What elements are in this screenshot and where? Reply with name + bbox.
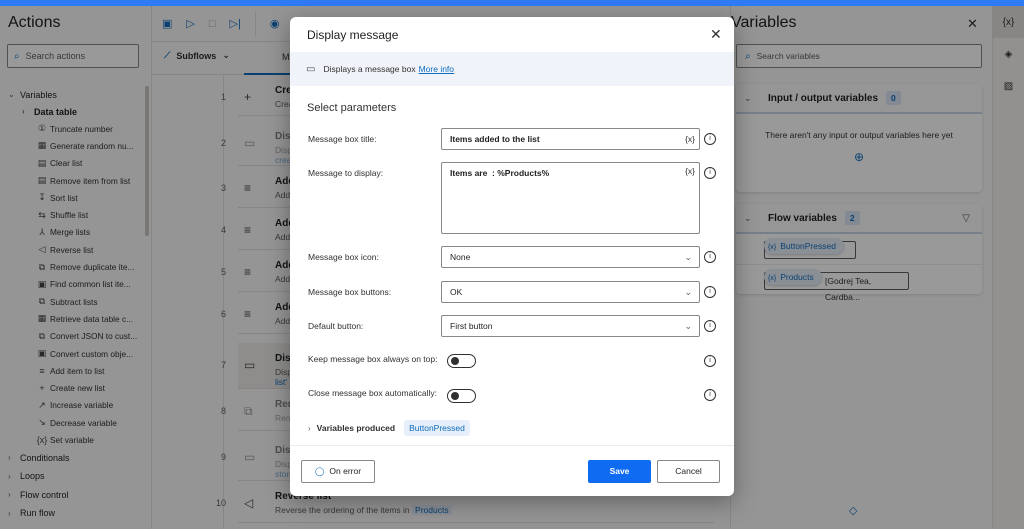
field-label: Close message box automatically: — [308, 388, 437, 398]
input-value: Items added to the list — [450, 134, 540, 144]
info-icon[interactable]: i — [704, 251, 716, 263]
section-title: Select parameters — [307, 102, 397, 114]
select-value: OK — [450, 287, 463, 297]
info-icon[interactable]: i — [704, 355, 716, 367]
variables-produced-label: Variables produced — [316, 423, 396, 433]
close-automatically-toggle[interactable] — [447, 389, 476, 403]
chevron-down-icon: ⌄ — [684, 321, 692, 331]
shield-icon: ◯ — [314, 466, 325, 476]
variable-picker-icon[interactable]: {x} — [685, 163, 695, 179]
input-value: Items are : %Products% — [450, 168, 550, 178]
message-to-display-textarea[interactable]: Items are : %Products% {x} — [441, 162, 700, 234]
info-icon[interactable]: i — [704, 167, 716, 179]
toggle-knob — [451, 357, 459, 365]
message-box-icon-select[interactable]: None ⌄ — [441, 246, 700, 268]
save-button[interactable]: Save — [588, 460, 651, 483]
variables-produced[interactable]: › Variables produced ButtonPressed — [308, 420, 470, 436]
select-value: First button — [450, 321, 493, 331]
cancel-button[interactable]: Cancel — [657, 460, 720, 483]
chevron-right-icon: › — [308, 423, 311, 433]
message-icon: ▭ — [306, 63, 316, 75]
chevron-down-icon: ⌄ — [684, 252, 692, 262]
variable-chip[interactable]: ButtonPressed — [404, 420, 470, 436]
info-icon[interactable]: i — [704, 133, 716, 145]
info-text: Displays a message box — [323, 64, 416, 74]
message-box-title-input[interactable]: Items added to the list {x} — [441, 128, 700, 150]
on-error-label: On error — [329, 466, 362, 476]
display-message-dialog: Display message ✕ ▭ Displays a message b… — [290, 17, 734, 496]
field-label: Message to display: — [308, 168, 384, 178]
dialog-info-bar: ▭ Displays a message box More info — [290, 52, 734, 86]
field-label: Message box icon: — [308, 252, 379, 262]
field-label: Message box title: — [308, 134, 377, 144]
dialog-title: Display message — [307, 28, 399, 42]
select-value: None — [450, 252, 471, 262]
info-icon[interactable]: i — [704, 320, 716, 332]
default-button-select[interactable]: First button ⌄ — [441, 315, 700, 337]
field-label: Message box buttons: — [308, 287, 392, 297]
field-label: Default button: — [308, 321, 364, 331]
variable-picker-icon[interactable]: {x} — [685, 129, 695, 149]
on-error-button[interactable]: ◯ On error — [301, 460, 375, 483]
info-icon[interactable]: i — [704, 389, 716, 401]
info-icon[interactable]: i — [704, 286, 716, 298]
chevron-down-icon: ⌄ — [684, 287, 692, 297]
more-info-link[interactable]: More info — [419, 64, 454, 74]
close-icon[interactable]: ✕ — [710, 26, 722, 43]
field-label: Keep message box always on top: — [308, 354, 438, 364]
message-box-buttons-select[interactable]: OK ⌄ — [441, 281, 700, 303]
toggle-knob — [451, 392, 459, 400]
always-on-top-toggle[interactable] — [447, 354, 476, 368]
dialog-footer: ◯ On error Save Cancel — [290, 445, 734, 496]
